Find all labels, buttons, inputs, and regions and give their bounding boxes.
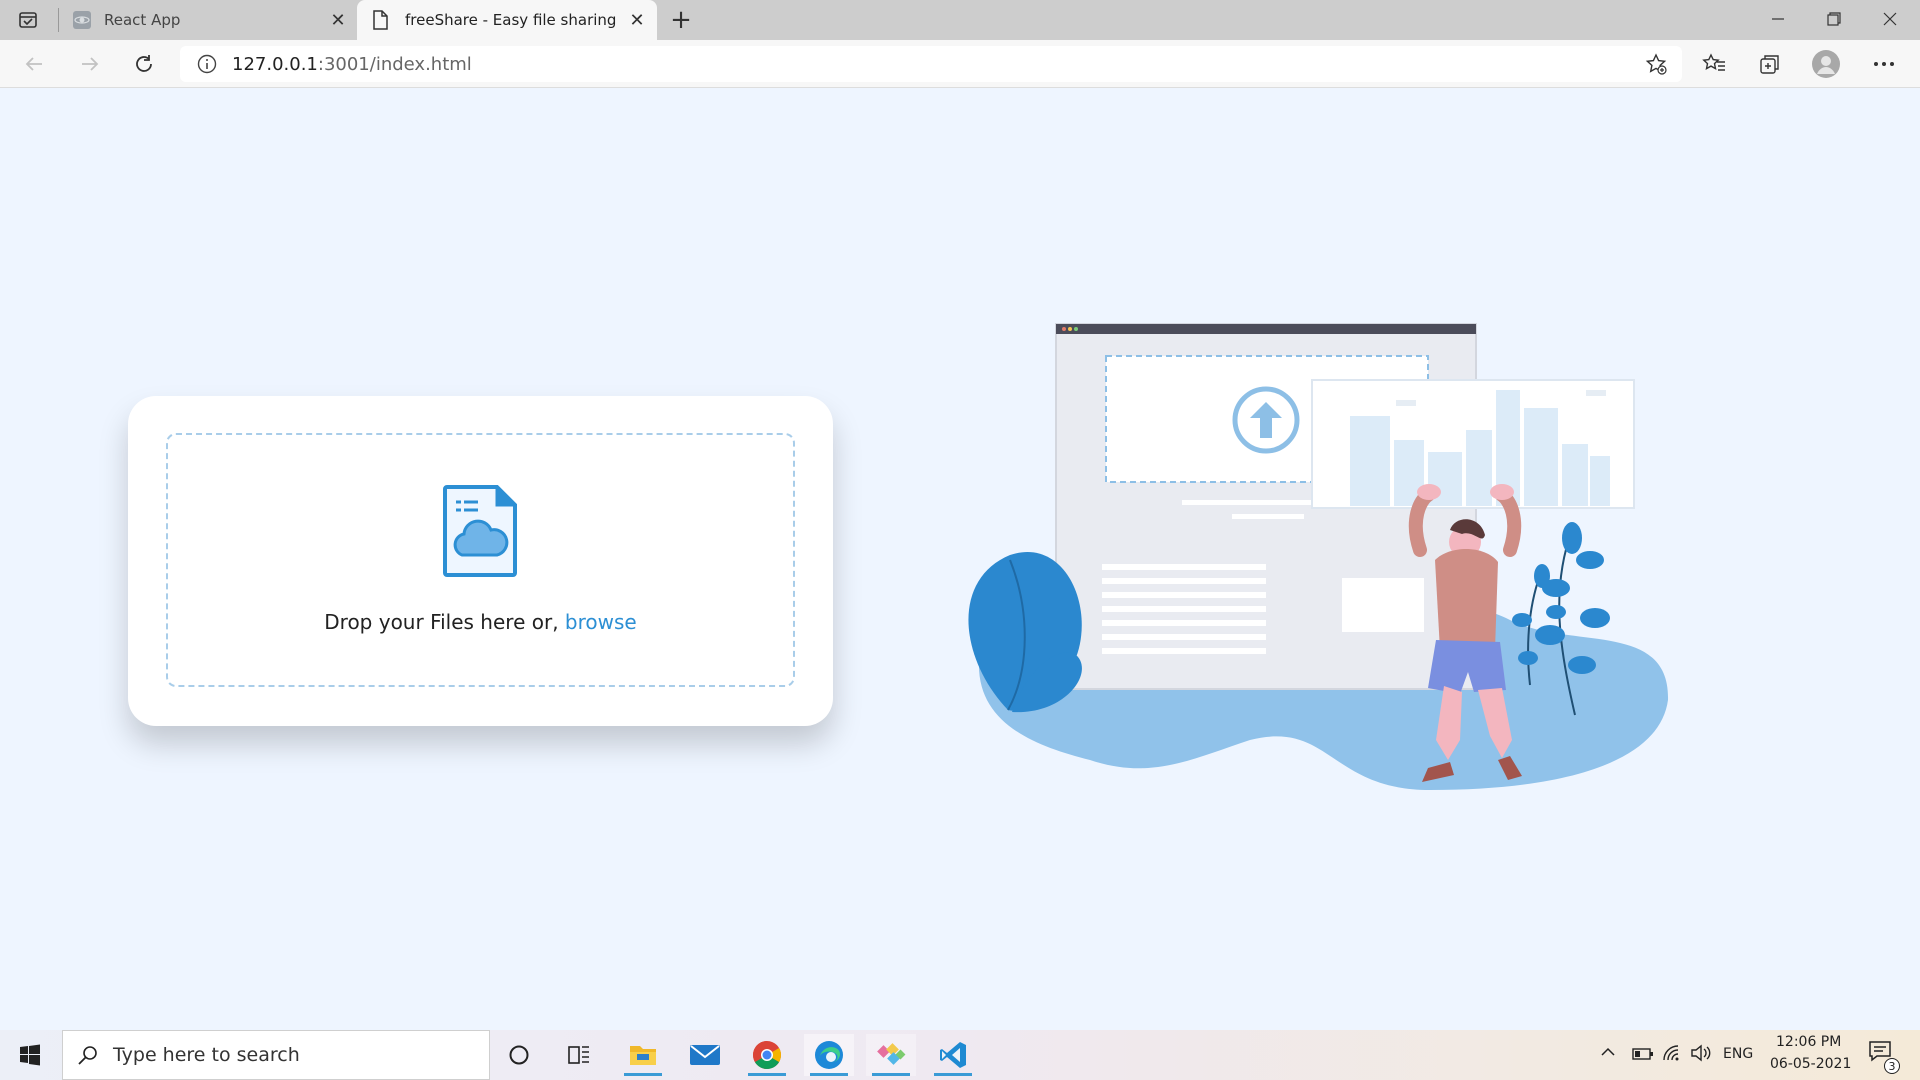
battery-icon[interactable] <box>1632 1046 1654 1060</box>
favorites-icon <box>1702 53 1725 71</box>
task-view-icon <box>568 1046 589 1064</box>
tab-react-app[interactable]: React App ✕ <box>60 0 352 40</box>
language-indicator[interactable]: ENG <box>1723 1046 1753 1062</box>
tab-divider <box>58 8 59 32</box>
notification-center-button[interactable]: 3 <box>1868 1040 1904 1074</box>
mail-icon <box>690 1045 720 1065</box>
ellipsis-icon <box>1874 62 1894 66</box>
volume-icon[interactable] <box>1690 1044 1712 1062</box>
restore-icon <box>1827 12 1841 26</box>
cortana-icon <box>509 1045 529 1065</box>
mail-button[interactable] <box>680 1034 730 1076</box>
edge-button[interactable] <box>804 1034 854 1076</box>
chevron-up-icon <box>1601 1047 1615 1056</box>
chrome-button[interactable] <box>742 1034 792 1076</box>
file-explorer-button[interactable] <box>618 1034 668 1076</box>
search-icon <box>77 1044 99 1066</box>
active-indicator <box>748 1073 786 1076</box>
page-icon <box>371 10 389 30</box>
active-indicator <box>872 1073 910 1076</box>
active-indicator <box>810 1073 848 1076</box>
show-hidden-icons-button[interactable] <box>1600 1044 1620 1064</box>
site-info-icon[interactable] <box>196 53 218 75</box>
tab-bar: React App ✕ freeShare - Easy file sharin… <box>0 0 1920 40</box>
avatar-icon <box>1812 50 1840 78</box>
notification-badge: 3 <box>1884 1058 1900 1074</box>
tab-title: freeShare - Easy file sharing <box>405 11 617 29</box>
restore-button[interactable] <box>1806 0 1862 38</box>
tab-freeshare[interactable]: freeShare - Easy file sharing ✕ <box>357 0 657 40</box>
search-placeholder: Type here to search <box>113 1044 300 1066</box>
clock-time[interactable]: 12:06 PM <box>1776 1034 1841 1050</box>
folder-icon <box>630 1046 656 1065</box>
cortana-button[interactable] <box>494 1034 544 1076</box>
close-tab-icon[interactable]: ✕ <box>324 6 352 34</box>
edge-icon <box>815 1041 843 1069</box>
profile-button[interactable] <box>1808 46 1844 82</box>
windows-logo-icon <box>20 1044 40 1066</box>
back-button[interactable] <box>16 46 52 82</box>
minimize-icon <box>1772 18 1784 20</box>
active-indicator <box>934 1073 972 1076</box>
url-host: 127.0.0.1 <box>232 53 318 75</box>
close-tab-icon[interactable]: ✕ <box>623 6 651 34</box>
favorites-button[interactable] <box>1696 46 1732 82</box>
clock-date[interactable]: 06-05-2021 <box>1770 1056 1851 1072</box>
refresh-button[interactable] <box>126 46 162 82</box>
forward-button[interactable] <box>72 46 108 82</box>
url-text: 127.0.0.1:3001/index.html <box>232 54 472 75</box>
refresh-icon <box>136 55 152 72</box>
new-tab-button[interactable]: + <box>666 4 696 36</box>
start-button[interactable] <box>0 1030 60 1080</box>
task-view-button[interactable] <box>554 1034 604 1076</box>
drop-instructions: Drop your Files here or, browse <box>166 610 795 634</box>
wifi-icon[interactable] <box>1662 1044 1684 1062</box>
close-window-button[interactable] <box>1862 0 1918 38</box>
gitkraken-button[interactable] <box>866 1034 916 1076</box>
taskbar-search[interactable]: Type here to search <box>62 1030 490 1080</box>
vscode-icon <box>940 1042 966 1068</box>
vscode-button[interactable] <box>928 1034 978 1076</box>
gitkraken-icon <box>877 1043 906 1065</box>
tab-title: React App <box>104 11 181 29</box>
close-icon <box>1883 12 1897 26</box>
minimize-button[interactable] <box>1750 0 1806 38</box>
collections-icon <box>1760 55 1779 74</box>
react-favicon-icon <box>72 10 92 30</box>
browse-link[interactable]: browse <box>565 610 637 634</box>
arrow-right-icon <box>82 57 99 71</box>
url-path: :3001/index.html <box>317 53 472 75</box>
add-favorite-icon[interactable] <box>1644 52 1668 76</box>
cloud-file-icon <box>442 484 518 578</box>
drop-text: Drop your Files here or, <box>324 610 559 634</box>
collections-button[interactable] <box>1752 46 1788 82</box>
chrome-icon <box>753 1041 781 1069</box>
active-indicator <box>624 1073 662 1076</box>
address-bar[interactable]: 127.0.0.1:3001/index.html <box>180 46 1682 82</box>
arrow-left-icon <box>25 57 42 71</box>
upload-illustration <box>950 320 1670 800</box>
tab-actions-icon[interactable] <box>18 10 38 30</box>
more-options-button[interactable] <box>1866 46 1902 82</box>
